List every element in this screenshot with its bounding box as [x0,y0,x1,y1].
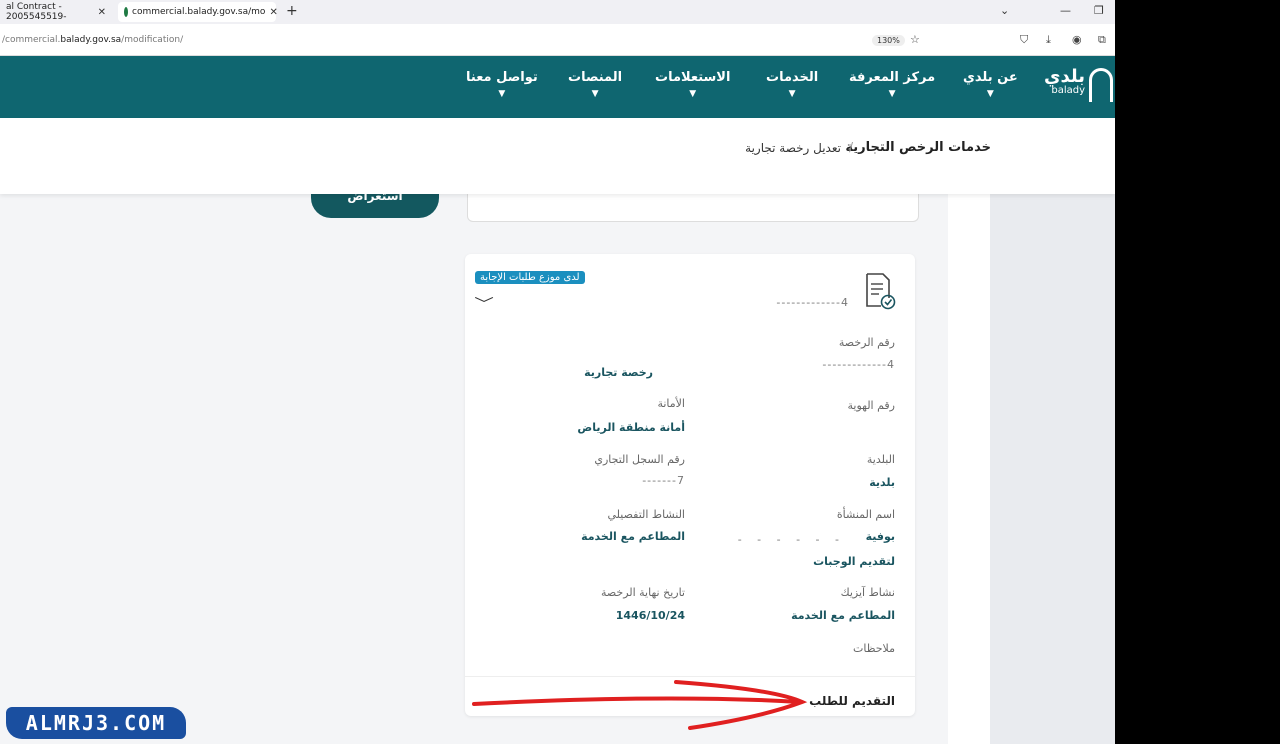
extensions-icon[interactable]: ⧉ [1098,33,1106,47]
tab-bar: al Contract - 2005545519- ✕ commercial.b… [0,0,1115,24]
annotation-arrow-icon [472,680,808,730]
account-icon[interactable]: ◉ [1072,33,1082,46]
chevron-down-icon: ▼ [689,89,697,99]
balady-logo[interactable]: بلدي balady [1044,66,1113,102]
close-icon[interactable]: ✕ [269,7,277,18]
address-bar[interactable]: /commercial.balady.gov.sa/modification/ … [0,24,1115,56]
pocket-icon[interactable]: ⛉ [1020,33,1028,47]
content-gutter [948,194,990,744]
nav-item-platforms[interactable]: المنصات ▼ [568,70,622,99]
breadcrumb-parent[interactable]: خدمات الرخص التجارية [845,140,991,155]
bookmark-star-icon[interactable]: ☆ [910,33,920,46]
chevron-down-icon[interactable]: ﹀ [474,294,494,314]
download-icon[interactable]: ⤓ [1046,33,1051,47]
nav-item-about[interactable]: عن بلدي ▼ [963,70,1018,99]
expiry-date-label: تاريخ نهاية الرخصة [600,586,685,599]
chevron-down-icon[interactable]: ⌄ [1000,4,1009,17]
tab-balady[interactable]: commercial.balady.gov.sa/mo ✕ [118,2,278,22]
balady-logo-mark-icon [1089,68,1113,102]
establishment-value: بوفية [865,530,895,543]
license-number-label: رقم الرخصة [838,336,895,349]
browser-window: al Contract - 2005545519- ✕ commercial.b… [0,0,1115,744]
establishment-value-2: لتقديم الوجبات [813,555,895,568]
amanah-value: أمانة منطقة الرياض [577,421,685,434]
notes-label: ملاحظات [853,642,895,655]
nav-item-services[interactable]: الخدمات ▼ [766,70,818,99]
nav-item-contact[interactable]: تواصل معنا ▼ [466,70,538,99]
detailed-activity-value: المطاعم مع الخدمة [581,530,685,543]
establishment-masked: - - - - - - [737,533,845,546]
nav-item-knowledge-center[interactable]: مركز المعرفة ▼ [849,70,935,99]
license-card: لدى موزع طلبات الإجابة ﹀ 4------------- … [465,254,915,716]
amanah-label: الأمانة [657,397,685,410]
chevron-down-icon: ▼ [591,89,599,99]
nav-item-inquiries[interactable]: الاستعلامات ▼ [655,70,730,99]
url-text[interactable]: /commercial.balady.gov.sa/modification/ [2,35,183,45]
chevron-down-icon: ▼ [888,89,896,99]
chevron-down-icon: ▼ [498,89,506,99]
municipality-value: بلدية [869,476,895,489]
breadcrumb-separator: / [848,140,853,154]
id-number-label: رقم الهوية [847,399,895,412]
cr-number-value: 7------- [642,474,685,487]
main-nav: تواصل معنا ▼ المنصات ▼ الاستعلامات ▼ الخدما… [0,56,1115,118]
license-number-masked: 4------------- [776,296,849,309]
municipality-label: البلدية [866,453,895,466]
tab-label: al Contract - 2005545519- [6,2,67,22]
tab-contract[interactable]: al Contract - 2005545519- ✕ [0,2,112,22]
breadcrumb: خدمات الرخص التجارية / تعديل رخصة تجارية [0,118,1115,194]
document-check-icon [866,273,896,310]
new-tab-icon[interactable]: + [286,3,298,19]
breadcrumb-current: تعديل رخصة تجارية [745,141,841,155]
isic-activity-label: نشاط آيزيك [840,586,895,599]
expiry-date-value: 1446/10/24 [615,609,685,622]
site-watermark: ALMRJ3.COM [6,707,186,739]
license-number-value: 4------------- [822,358,895,371]
apply-request-link[interactable]: التقديم للطلب [809,694,895,708]
minimize-icon[interactable]: — [1060,4,1071,17]
chevron-down-icon: ▼ [986,89,994,99]
chevron-down-icon: ▼ [788,89,796,99]
license-type-value: رخصة تجارية [584,366,653,379]
close-icon[interactable]: ✕ [98,7,106,18]
divider [465,676,915,677]
right-side-column [990,194,1115,744]
zoom-level[interactable]: 130% [872,35,905,46]
status-badge: لدى موزع طلبات الإجابة [475,271,585,284]
site-favicon-icon [124,7,128,17]
isic-activity-value: المطاعم مع الخدمة [791,609,895,622]
tab-label: commercial.balady.gov.sa/mo [132,7,266,17]
cr-number-label: رقم السجل التجاري [594,453,685,466]
detailed-activity-label: النشاط التفصيلي [607,508,685,521]
establishment-label: اسم المنشأة [836,508,895,521]
restore-icon[interactable]: ❐ [1094,4,1104,17]
